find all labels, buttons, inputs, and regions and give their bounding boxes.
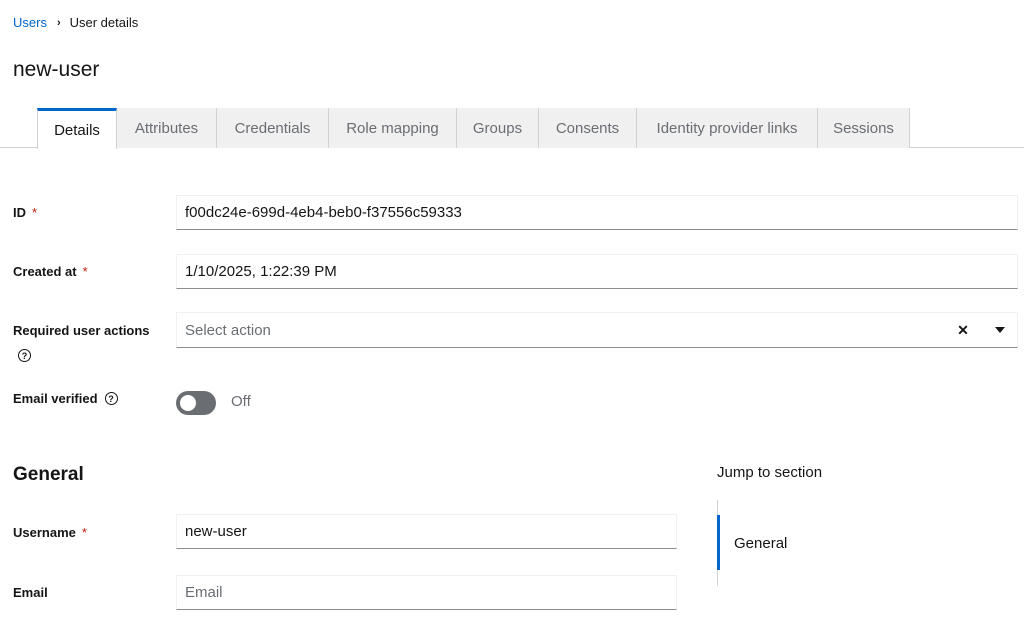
breadcrumb-users-link[interactable]: Users bbox=[13, 15, 47, 30]
question-circle-icon[interactable]: ? bbox=[18, 349, 31, 362]
jump-to-section-title: Jump to section bbox=[717, 464, 823, 481]
tab-credentials[interactable]: Credentials bbox=[217, 108, 329, 148]
tab-sessions[interactable]: Sessions bbox=[818, 108, 910, 148]
clear-icon[interactable]: ✕ bbox=[943, 322, 983, 339]
breadcrumb-separator-icon: › bbox=[56, 16, 61, 29]
email-verified-state: Off bbox=[231, 393, 251, 410]
tab-attributes[interactable]: Attributes bbox=[117, 108, 217, 148]
tab-groups[interactable]: Groups bbox=[457, 108, 539, 148]
section-title-general: General bbox=[13, 464, 84, 485]
caret-down-icon[interactable] bbox=[983, 327, 1017, 333]
created-at-label-text: Created at bbox=[13, 264, 77, 279]
email-verified-toggle[interactable] bbox=[176, 391, 216, 415]
tab-bar: Details Attributes Credentials Role mapp… bbox=[0, 108, 1024, 149]
email-label-text: Email bbox=[13, 585, 48, 600]
required-marker: * bbox=[32, 205, 38, 220]
created-at-label: Created at * bbox=[13, 264, 88, 279]
required-actions-label: Required user actions bbox=[13, 323, 150, 338]
tab-role-mapping[interactable]: Role mapping bbox=[329, 108, 457, 148]
select-controls: ✕ bbox=[943, 313, 1017, 347]
toggle-knob bbox=[180, 395, 196, 411]
username-label-text: Username bbox=[13, 525, 76, 540]
tab-details[interactable]: Details bbox=[37, 108, 117, 149]
required-actions-label-text: Required user actions bbox=[13, 323, 150, 338]
id-label-text: ID bbox=[13, 205, 26, 220]
created-at-field[interactable]: 1/10/2025, 1:22:39 PM bbox=[176, 254, 1018, 289]
jump-nav-active-indicator bbox=[717, 515, 720, 570]
jump-link-general[interactable]: General bbox=[734, 535, 787, 552]
required-actions-select[interactable]: Select action ✕ bbox=[176, 312, 1018, 348]
email-verified-label-text: Email verified bbox=[13, 391, 98, 406]
email-verified-label: Email verified ? bbox=[13, 391, 118, 406]
tab-consents[interactable]: Consents bbox=[539, 108, 637, 148]
required-actions-placeholder: Select action bbox=[185, 321, 271, 339]
breadcrumb: Users › User details bbox=[13, 15, 138, 30]
username-field[interactable]: new-user bbox=[176, 514, 677, 549]
email-field[interactable]: Email bbox=[176, 575, 677, 610]
id-label: ID * bbox=[13, 205, 37, 220]
page-title: new-user bbox=[13, 58, 100, 81]
tab-identity-provider-links[interactable]: Identity provider links bbox=[637, 108, 818, 148]
question-circle-icon[interactable]: ? bbox=[104, 392, 118, 405]
id-field[interactable]: f00dc24e-699d-4eb4-beb0-f37556c59333 bbox=[176, 195, 1018, 230]
username-label: Username * bbox=[13, 525, 87, 540]
email-label: Email bbox=[13, 585, 48, 600]
required-marker: * bbox=[82, 264, 88, 279]
required-marker: * bbox=[81, 525, 87, 540]
breadcrumb-current: User details bbox=[69, 15, 139, 30]
